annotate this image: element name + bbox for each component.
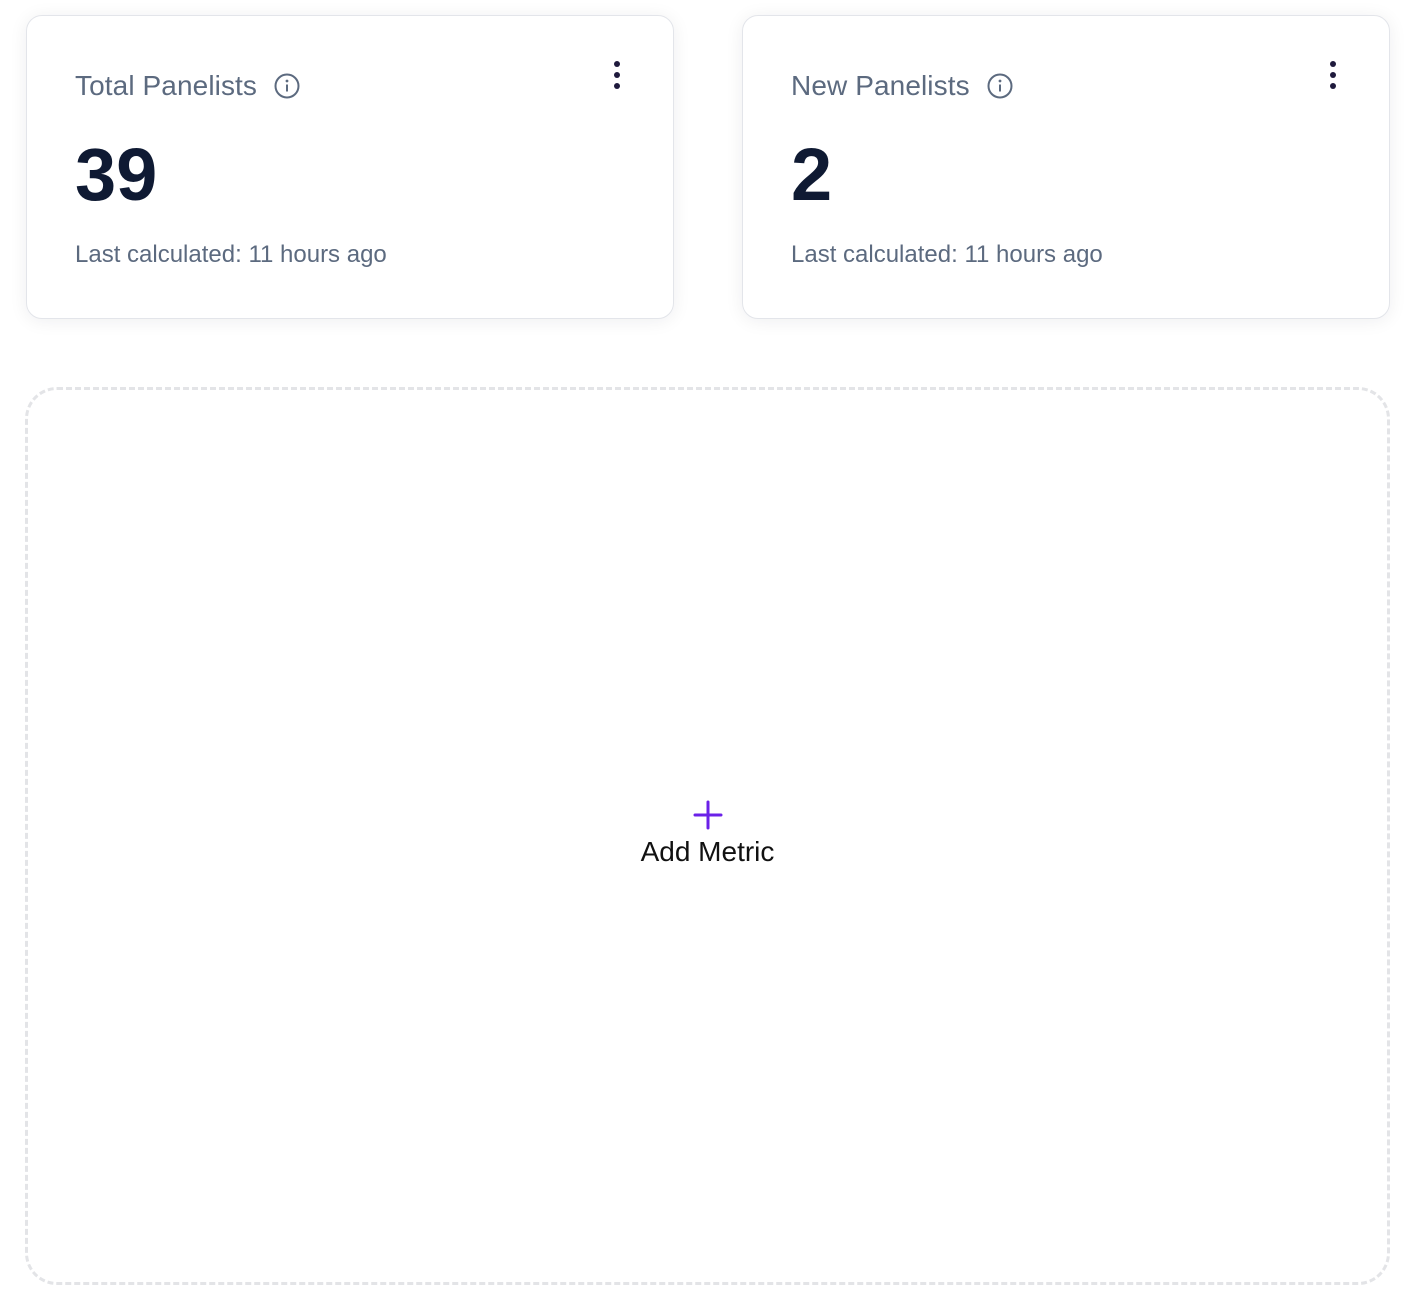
add-metric-label: Add Metric	[640, 836, 775, 867]
last-calculated-text: Last calculated: 11 hours ago	[75, 241, 387, 268]
card-title: Total Panelists	[75, 70, 258, 101]
more-options-button[interactable]	[603, 56, 631, 94]
info-icon[interactable]	[273, 72, 301, 100]
metric-value: 39	[75, 133, 158, 216]
card-title: New Panelists	[791, 70, 970, 101]
add-metric-dropzone[interactable]: Add Metric	[25, 387, 1390, 1285]
more-vertical-icon	[1330, 61, 1336, 89]
add-metric-button[interactable]: Add Metric	[28, 800, 1387, 868]
metric-card-new-panelists: New Panelists 2 Last calculated: 11 hour…	[742, 15, 1390, 319]
last-calculated-text: Last calculated: 11 hours ago	[791, 241, 1103, 268]
card-header: New Panelists	[791, 68, 1014, 104]
metric-card-total-panelists: Total Panelists 39 Last calculated: 11 h…	[26, 15, 674, 319]
card-header: Total Panelists	[75, 68, 301, 104]
info-icon[interactable]	[986, 72, 1014, 100]
plus-icon	[693, 800, 722, 830]
more-vertical-icon	[614, 61, 620, 89]
more-options-button[interactable]	[1319, 56, 1347, 94]
metric-value: 2	[791, 133, 833, 216]
